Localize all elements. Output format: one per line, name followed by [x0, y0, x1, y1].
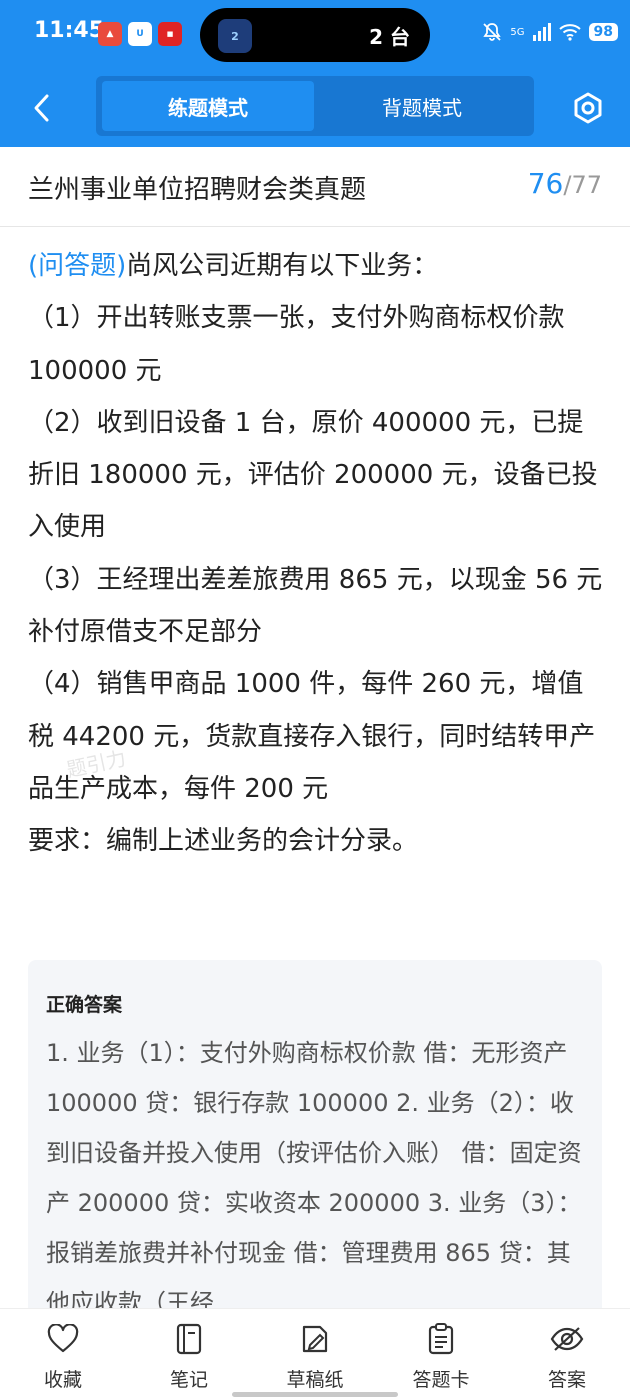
- answer-panel: 正确答案 1. 业务（1）：支付外购商标权价款 借：无形资产 100000 贷：…: [28, 960, 602, 1320]
- paper-title: 兰州事业单位招聘财会类真题: [28, 175, 367, 205]
- show-answer-label: 答案: [547, 1369, 586, 1391]
- status-app-icons: ▲ U ■: [98, 22, 182, 46]
- question-requirement: 要求：编制上述业务的会计分录。: [28, 826, 419, 857]
- question-item: （1）开出转账支票一张，支付外购商标权价款 100000 元: [28, 303, 565, 386]
- settings-hexagon-icon: [574, 92, 602, 124]
- mute-bell-icon: [483, 23, 502, 41]
- progress-total: 77: [571, 171, 602, 199]
- question-stem: (问答题)尚风公司近期有以下业务：: [28, 240, 608, 292]
- progress-current: 76: [527, 167, 564, 200]
- show-answer-button[interactable]: 答案: [517, 1321, 617, 1397]
- nav-bar: 练题模式 背题模式: [0, 70, 630, 147]
- answer-card-icon: [423, 1321, 459, 1357]
- signal-icon: [532, 23, 551, 41]
- chevron-left-icon: [34, 94, 49, 122]
- question-item: （2）收到旧设备 1 台，原价 400000 元，已提折旧 180000 元，评…: [28, 407, 598, 543]
- back-button[interactable]: [22, 88, 62, 128]
- question-item: （4）销售甲商品 1000 件，每件 260 元，增值税 44200 元，货款直…: [28, 669, 596, 804]
- favorite-label: 收藏: [43, 1369, 82, 1391]
- draft-button[interactable]: 草稿纸: [265, 1321, 365, 1397]
- draft-label: 草稿纸: [286, 1369, 344, 1391]
- question-body: (问答题)尚风公司近期有以下业务： （1）开出转账支票一张，支付外购商标权价款 …: [28, 240, 608, 868]
- draft-icon: [297, 1321, 333, 1357]
- dynamic-island[interactable]: 2 2 台: [200, 8, 430, 62]
- question-intro: 尚风公司近期有以下业务：: [126, 251, 439, 281]
- app-notification-icon: ▲: [98, 22, 122, 46]
- question-item: （3）王经理出差差旅费用 865 元，以现金 56 元补付原借支不足部分: [28, 564, 603, 648]
- paper-header: 兰州事业单位招聘财会类真题 76/77: [0, 147, 630, 227]
- status-bar: 11:45 ▲ U ■ 2 2 台 5G 98: [0, 0, 630, 70]
- app-notification-icon: ■: [158, 22, 182, 46]
- favorite-button[interactable]: 收藏: [13, 1321, 113, 1397]
- top-bar: 11:45 ▲ U ■ 2 2 台 5G 98 练题模式 背题模式: [0, 0, 630, 147]
- status-time: 11:45: [34, 18, 105, 43]
- tab-recite-mode[interactable]: 背题模式: [316, 81, 528, 131]
- island-badge-count: 2: [231, 29, 239, 43]
- battery-indicator: 98: [588, 23, 618, 41]
- answer-card-label: 答题卡: [412, 1369, 470, 1391]
- question-type-label: (问答题): [28, 251, 127, 281]
- mode-switch: 练题模式 背题模式: [96, 76, 534, 136]
- question-progress[interactable]: 76/77: [528, 167, 602, 200]
- network-label: 5G: [510, 26, 525, 38]
- notebook-icon: [171, 1321, 207, 1357]
- tab-practice-mode[interactable]: 练题模式: [102, 81, 314, 131]
- status-right: 5G 98: [482, 22, 618, 42]
- island-live-icon: 2: [218, 19, 252, 53]
- app-notification-icon: U: [128, 22, 152, 46]
- eye-off-icon: [549, 1321, 585, 1357]
- notes-button[interactable]: 笔记: [139, 1321, 239, 1397]
- heart-icon: [45, 1321, 81, 1357]
- answer-card-button[interactable]: 答题卡: [391, 1321, 491, 1397]
- bottom-toolbar: 收藏 笔记 草稿纸 答题卡 答案: [0, 1308, 630, 1400]
- home-indicator[interactable]: [232, 1392, 398, 1397]
- island-text: 2 台: [369, 25, 410, 49]
- wifi-icon: [558, 24, 581, 41]
- notes-label: 笔记: [169, 1369, 208, 1391]
- answer-text: 1. 业务（1）：支付外购商标权价款 借：无形资产 100000 贷：银行存款 …: [46, 1039, 582, 1317]
- answer-title: 正确答案: [46, 994, 123, 1016]
- settings-button[interactable]: [568, 88, 608, 128]
